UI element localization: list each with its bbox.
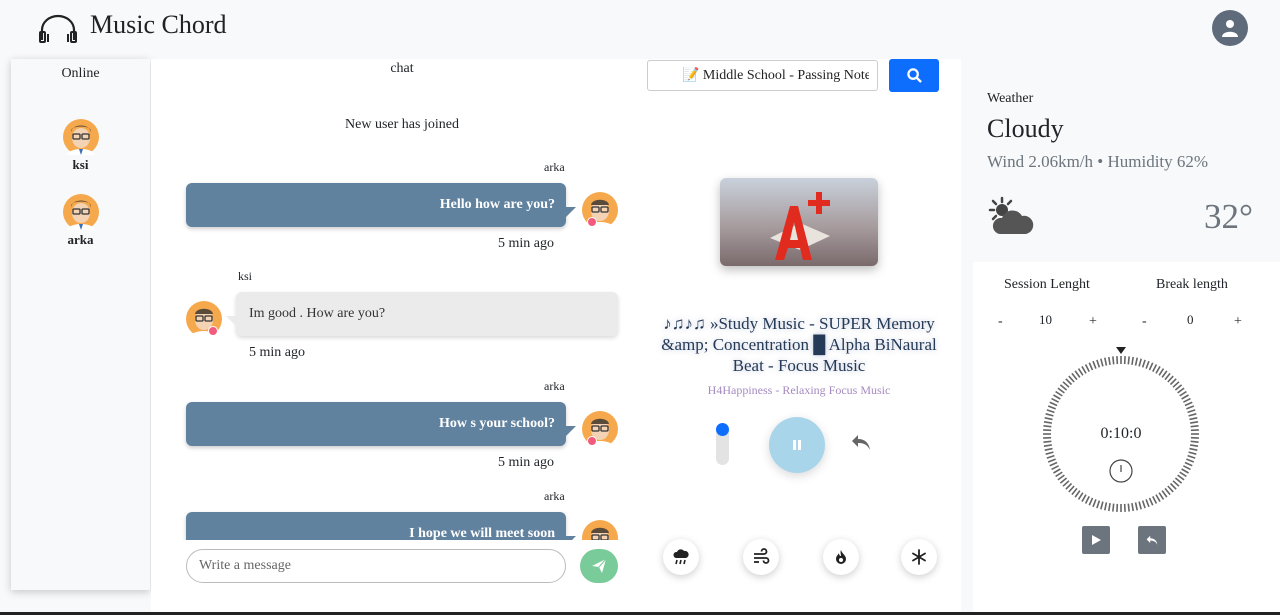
- avatar: [582, 192, 618, 228]
- online-user-name: ksi: [72, 157, 89, 172]
- message-sender: ksi: [238, 269, 253, 283]
- wind-icon: [754, 548, 770, 564]
- weather-condition: Cloudy: [987, 114, 1064, 143]
- timer-pointer-icon: [1116, 347, 1126, 354]
- message-sender: arka: [544, 379, 565, 393]
- message-time: 5 min ago: [498, 236, 554, 251]
- paper-plane-icon: [592, 558, 607, 573]
- reply-arrow-icon: [852, 435, 870, 450]
- status-dot: [587, 217, 597, 227]
- snowflake-icon: [912, 549, 926, 565]
- message-time: 5 min ago: [249, 345, 305, 360]
- headphones-icon: [39, 14, 77, 43]
- weather-details: Wind 2.06km/h • Humidity 62%: [987, 152, 1209, 171]
- weather-temperature: 32°: [1204, 197, 1253, 236]
- system-message: New user has joined: [345, 117, 459, 132]
- volume-knob[interactable]: [716, 423, 729, 436]
- ambient-fire-button[interactable]: [823, 539, 859, 575]
- online-user-arka[interactable]: arka: [11, 194, 150, 248]
- message-time: 5 min ago: [498, 455, 554, 470]
- pomodoro-timer: Session Lenght Break length - 10 + - 0 +…: [973, 262, 1280, 612]
- song-artist: H4Happiness - Relaxing Focus Music: [707, 383, 891, 397]
- user-avatar-icon[interactable]: [1212, 10, 1248, 46]
- online-title: Online: [61, 66, 100, 81]
- volume-slider[interactable]: [716, 423, 729, 465]
- song-title: ♪♫♪♫ »Study Music - SUPER Memory &amp; C…: [661, 314, 937, 375]
- session-length-value: 10: [1039, 312, 1052, 327]
- session-length-label: Session Lenght: [1004, 277, 1090, 292]
- ambient-wind-button[interactable]: [743, 539, 779, 575]
- weather-label: Weather: [987, 91, 1034, 106]
- app-title[interactable]: Music Chord: [90, 10, 227, 40]
- timer-play-button[interactable]: [1082, 526, 1110, 554]
- chat-panel: chat New user has joined arka Hello how …: [151, 59, 631, 612]
- search-button[interactable]: [889, 59, 939, 92]
- online-user-name: arka: [67, 232, 94, 247]
- top-navbar: Music Chord: [0, 0, 1280, 58]
- message-input[interactable]: [186, 549, 566, 583]
- music-player: ♪♫♪♫ »Study Music - SUPER Memory &amp; C…: [631, 59, 961, 612]
- pause-icon: [793, 440, 801, 450]
- timer-reset-button[interactable]: [1138, 526, 1166, 554]
- message-sender: arka: [544, 160, 565, 174]
- reply-arrow-icon: [1146, 535, 1158, 545]
- fire-icon: [836, 550, 846, 564]
- break-length-value: 0: [1187, 312, 1194, 327]
- online-user-ksi[interactable]: ksi: [11, 119, 150, 173]
- ambient-snow-button[interactable]: [901, 539, 937, 575]
- chat-title: chat: [390, 61, 414, 76]
- session-decrement-button[interactable]: -: [998, 314, 1003, 330]
- message-sender: arka: [544, 489, 565, 503]
- partly-cloudy-icon: [988, 196, 1034, 234]
- message-bubble: Hello how are you?: [186, 183, 576, 227]
- session-increment-button[interactable]: +: [1089, 314, 1097, 330]
- rain-cloud-icon: [673, 549, 689, 565]
- avatar: [62, 119, 99, 155]
- message-bubble: I hope we will meet soon: [186, 512, 576, 540]
- ambient-rain-button[interactable]: [663, 539, 699, 575]
- message-bubble: Im good . How are you?: [226, 292, 618, 336]
- timer-display: 0:10:0: [1100, 425, 1142, 442]
- song-search-input[interactable]: [647, 60, 878, 91]
- stopwatch-icon: [1109, 459, 1133, 483]
- avatar: [582, 411, 618, 447]
- play-icon: [1092, 535, 1101, 545]
- break-increment-button[interactable]: +: [1234, 314, 1242, 330]
- avatar: [186, 301, 222, 337]
- replay-button[interactable]: [850, 432, 872, 457]
- status-dot: [208, 326, 218, 336]
- avatar: [582, 520, 618, 540]
- search-icon: [906, 68, 922, 83]
- break-length-label: Break length: [1156, 277, 1228, 292]
- online-users-panel: Online ksi arka: [11, 59, 150, 590]
- weather-card: Weather Cloudy Wind 2.06km/h • Humidity …: [973, 59, 1269, 261]
- chat-messages[interactable]: New user has joined arka Hello how are y…: [151, 99, 631, 540]
- status-dot: [587, 436, 597, 446]
- avatar: [62, 194, 99, 230]
- album-art: [720, 178, 878, 266]
- message-bubble: How s your school?: [186, 402, 576, 446]
- pause-button[interactable]: [769, 417, 825, 473]
- break-decrement-button[interactable]: -: [1142, 314, 1147, 330]
- send-button[interactable]: [580, 549, 618, 583]
